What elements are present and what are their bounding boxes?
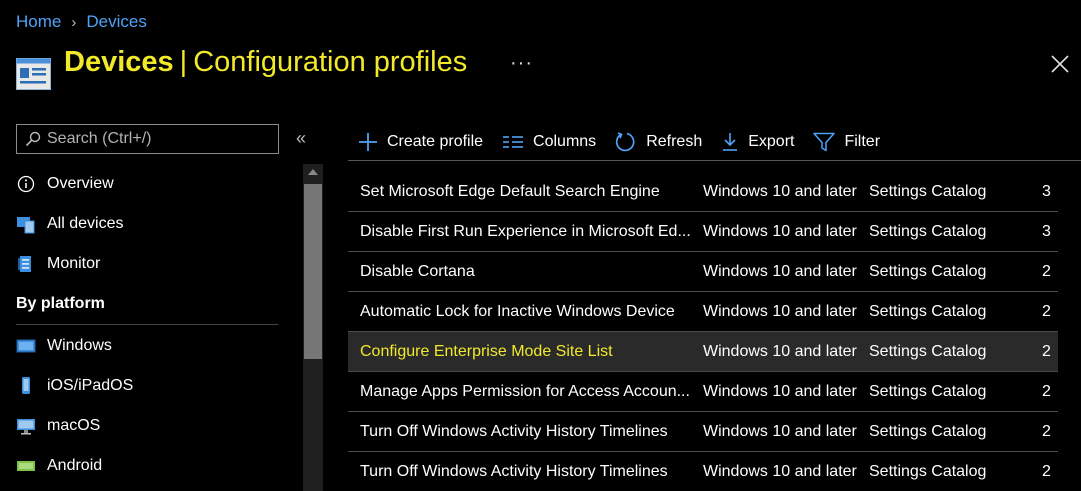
table-row[interactable]: Disable Cortana Windows 10 and later Set… <box>348 252 1058 292</box>
scroll-up-arrow-icon[interactable] <box>308 169 318 175</box>
search-icon <box>25 131 41 147</box>
sidebar-item-android[interactable]: Android <box>16 446 291 486</box>
ios-icon <box>16 376 36 396</box>
breadcrumb-separator: › <box>71 13 77 31</box>
sidebar-item-overview[interactable]: Overview <box>16 164 291 204</box>
truncated-cell: 3 <box>1042 182 1051 200</box>
truncated-cell: 2 <box>1042 342 1051 360</box>
breadcrumb-devices-link[interactable]: Devices <box>86 12 146 32</box>
profile-type-cell: Settings Catalog <box>869 302 987 320</box>
sidebar-item-macos[interactable]: macOS <box>16 406 291 446</box>
page-title-sub: Configuration profiles <box>193 46 468 78</box>
profile-type-cell: Settings Catalog <box>869 382 987 400</box>
truncated-cell: 2 <box>1042 382 1051 400</box>
collapse-sidebar-button[interactable]: « <box>296 128 306 149</box>
platform-cell: Windows 10 and later <box>703 382 857 400</box>
table-row[interactable]: Set Microsoft Edge Default Search Engine… <box>348 172 1058 212</box>
filter-label: Filter <box>844 133 881 150</box>
page-title-separator: | <box>179 46 188 78</box>
profile-type-cell: Settings Catalog <box>869 342 987 360</box>
sidebar-item-label: Monitor <box>47 255 101 272</box>
create-profile-label: Create profile <box>387 133 484 150</box>
truncated-cell: 2 <box>1042 302 1051 320</box>
profiles-table: Set Microsoft Edge Default Search Engine… <box>348 172 1058 491</box>
create-profile-button[interactable]: Create profile <box>358 127 483 157</box>
sidebar-item-label: Overview <box>47 175 114 192</box>
profile-type-cell: Settings Catalog <box>869 462 987 480</box>
sidebar-item-ios[interactable]: iOS/iPadOS <box>16 366 291 406</box>
more-options-button[interactable]: ··· <box>510 52 533 75</box>
table-row[interactable]: Manage Apps Permission for Access Accoun… <box>348 372 1058 412</box>
platform-cell: Windows 10 and later <box>703 422 857 440</box>
info-icon <box>16 174 36 194</box>
sidebar-item-all-devices[interactable]: All devices <box>16 204 291 244</box>
sidebar-item-windows[interactable]: Windows <box>16 326 291 366</box>
sidebar-item-label: Android <box>47 457 103 474</box>
export-label: Export <box>748 133 795 150</box>
breadcrumb: Home › Devices <box>16 12 147 32</box>
windows-icon <box>16 336 36 356</box>
profile-type-cell: Settings Catalog <box>869 182 987 200</box>
platform-cell: Windows 10 and later <box>703 302 857 320</box>
command-bar: Create profile Columns Refresh Export Fi… <box>348 124 1081 161</box>
columns-icon <box>503 136 524 148</box>
profile-type-cell: Settings Catalog <box>869 222 987 240</box>
truncated-cell: 2 <box>1042 422 1051 440</box>
profile-type-cell: Settings Catalog <box>869 262 987 280</box>
filter-button[interactable]: Filter <box>813 127 880 157</box>
columns-label: Columns <box>533 133 597 150</box>
truncated-cell: 3 <box>1042 222 1051 240</box>
search-box[interactable] <box>16 124 279 154</box>
close-icon[interactable] <box>1050 54 1070 74</box>
plus-icon <box>359 133 377 151</box>
profile-name-cell[interactable]: Manage Apps Permission for Access Accoun… <box>348 383 691 401</box>
export-button[interactable]: Export <box>721 127 794 157</box>
truncated-cell: 2 <box>1042 462 1051 480</box>
table-row[interactable]: Turn Off Windows Activity History Timeli… <box>348 412 1058 452</box>
scrollbar-thumb[interactable] <box>304 184 322 359</box>
platform-cell: Windows 10 and later <box>703 262 857 280</box>
sidebar-scrollbar[interactable] <box>303 164 323 491</box>
platform-cell: Windows 10 and later <box>703 222 857 240</box>
truncated-cell: 2 <box>1042 262 1051 280</box>
android-icon <box>16 456 36 476</box>
macos-icon <box>16 416 36 436</box>
devices-icon <box>16 214 36 234</box>
platform-cell: Windows 10 and later <box>703 182 857 200</box>
sidebar-section-by-platform: By platform <box>16 284 278 325</box>
sidebar-nav: Overview All devices Monitor By platform… <box>16 164 291 486</box>
profile-name-cell[interactable]: Configure Enterprise Mode Site List <box>348 343 691 361</box>
profile-name-cell[interactable]: Set Microsoft Edge Default Search Engine <box>348 183 691 201</box>
table-row[interactable]: Turn Off Windows Activity History Timeli… <box>348 452 1058 491</box>
profile-type-cell: Settings Catalog <box>869 422 987 440</box>
profile-name-cell[interactable]: Automatic Lock for Inactive Windows Devi… <box>348 303 691 321</box>
sidebar-item-label: iOS/iPadOS <box>47 377 134 394</box>
filter-icon <box>813 132 836 152</box>
download-icon <box>723 133 738 151</box>
profile-name-cell[interactable]: Disable First Run Experience in Microsof… <box>348 223 691 241</box>
refresh-icon <box>616 132 635 152</box>
table-row[interactable]: Disable First Run Experience in Microsof… <box>348 212 1058 252</box>
table-row[interactable]: Automatic Lock for Inactive Windows Devi… <box>348 292 1058 332</box>
sidebar-item-label: Windows <box>47 337 112 354</box>
platform-cell: Windows 10 and later <box>703 342 857 360</box>
breadcrumb-home-link[interactable]: Home <box>16 12 61 32</box>
monitor-icon <box>16 254 36 274</box>
sidebar-item-label: All devices <box>47 215 124 232</box>
page-title: Devices | Configuration profiles <box>64 46 467 79</box>
search-input[interactable] <box>47 130 267 148</box>
profile-name-cell[interactable]: Disable Cortana <box>348 263 691 281</box>
profile-name-cell[interactable]: Turn Off Windows Activity History Timeli… <box>348 423 691 441</box>
profile-name-cell[interactable]: Turn Off Windows Activity History Timeli… <box>348 463 691 481</box>
columns-button[interactable]: Columns <box>502 127 596 157</box>
sidebar-item-monitor[interactable]: Monitor <box>16 244 291 284</box>
platform-cell: Windows 10 and later <box>703 462 857 480</box>
page-title-main: Devices <box>64 46 174 78</box>
sidebar-item-label: macOS <box>47 417 101 434</box>
configuration-profiles-icon <box>16 58 51 90</box>
table-row-selected[interactable]: Configure Enterprise Mode Site List Wind… <box>348 332 1058 372</box>
refresh-label: Refresh <box>646 133 703 150</box>
refresh-button[interactable]: Refresh <box>615 127 702 157</box>
